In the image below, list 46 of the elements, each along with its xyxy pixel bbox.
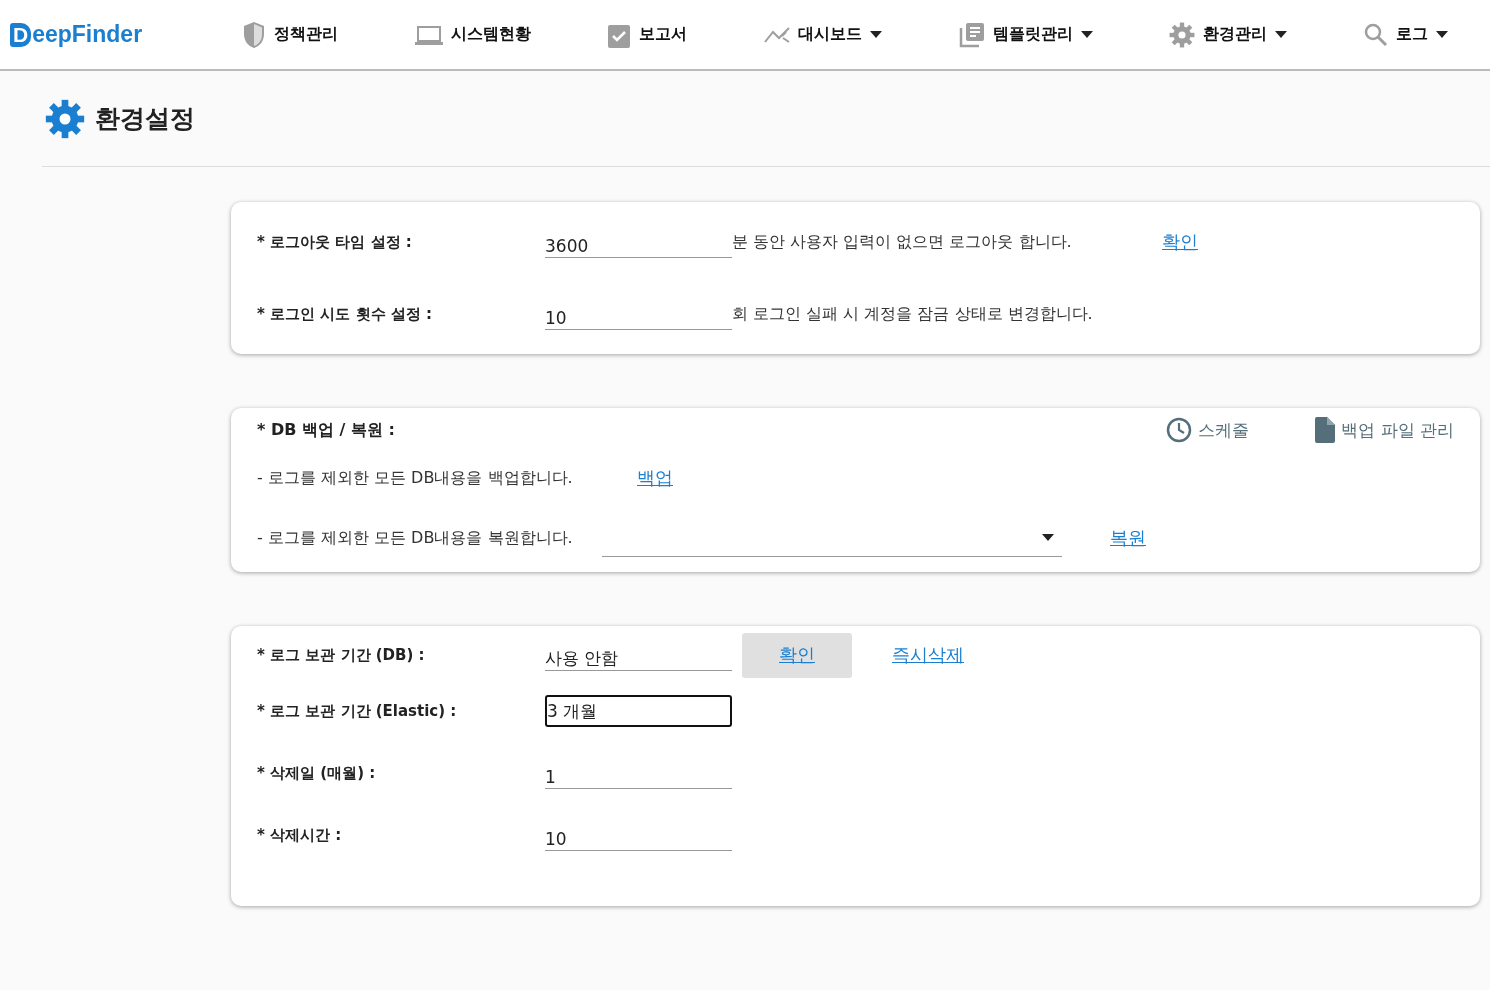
- caret-icon: [869, 31, 882, 38]
- trend-icon: [763, 25, 790, 44]
- search-icon: [1363, 22, 1388, 47]
- setting-label: * 삭제일 (매월) :: [257, 763, 377, 783]
- confirm-link[interactable]: 확인: [1162, 230, 1198, 254]
- description-text: - 로그를 제외한 모든 DB내용을 복원합니다.: [257, 527, 574, 549]
- caret-icon: [1275, 31, 1288, 38]
- input-field[interactable]: 10: [545, 819, 732, 851]
- setting-description: 분 동안 사용자 입력이 없으면 로그아웃 합니다.: [732, 231, 1073, 253]
- section-label: * DB 백업 / 복원 :: [257, 419, 396, 441]
- setting-label: * 로그 보관 기간 (DB) :: [257, 645, 426, 665]
- gear-icon: [1169, 21, 1196, 48]
- input-field[interactable]: 10: [545, 298, 732, 330]
- input-field[interactable]: 3 개월: [545, 695, 732, 727]
- clock-icon: [1166, 417, 1193, 443]
- action-link[interactable]: 스케줄: [1166, 417, 1250, 443]
- action-link[interactable]: 복원: [1110, 526, 1146, 550]
- description-text: - 로그를 제외한 모든 DB내용을 백업합니다.: [257, 467, 574, 489]
- input-field[interactable]: 사용 안함: [545, 639, 732, 671]
- caret-icon: [1435, 31, 1448, 38]
- nav-menu-item[interactable]: 환경관리: [1169, 20, 1288, 49]
- setting-label: * 로그아웃 타임 설정 :: [257, 232, 413, 252]
- file-icon: [1315, 417, 1336, 443]
- library-icon: [958, 21, 985, 48]
- action-link[interactable]: 백업: [637, 466, 673, 490]
- caret-icon: [1080, 31, 1093, 38]
- shield-icon: [242, 20, 266, 49]
- nav-menu-item[interactable]: 보고서: [607, 20, 688, 49]
- caret-icon: [1042, 534, 1054, 541]
- nav-menu-item[interactable]: 템플릿관리: [958, 20, 1093, 49]
- setting-label: * 삭제시간 :: [257, 825, 343, 845]
- laptop-icon: [414, 24, 443, 45]
- setting-label: * 로그인 시도 횟수 설정 :: [257, 304, 433, 324]
- nav-menu-item[interactable]: 대시보드: [763, 20, 882, 49]
- nav-menu-item[interactable]: 시스템현황: [414, 20, 531, 49]
- nav-menu-item[interactable]: 정책관리: [242, 20, 338, 49]
- delete-now-link[interactable]: 즉시삭제: [892, 643, 964, 667]
- setting-label: * 로그 보관 기간 (Elastic) :: [257, 701, 458, 721]
- input-field[interactable]: 3600: [545, 226, 732, 258]
- nav-menu-item[interactable]: 로그: [1363, 20, 1448, 49]
- logo[interactable]: D eepFinder: [10, 21, 242, 48]
- page-title: 환경설정: [95, 103, 195, 135]
- setting-description: 회 로그인 실패 시 계정을 잠금 상태로 변경합니다.: [732, 303, 1094, 325]
- action-link[interactable]: 백업 파일 관리: [1315, 417, 1454, 443]
- gear-icon: [45, 98, 85, 139]
- input-field[interactable]: 1: [545, 757, 732, 789]
